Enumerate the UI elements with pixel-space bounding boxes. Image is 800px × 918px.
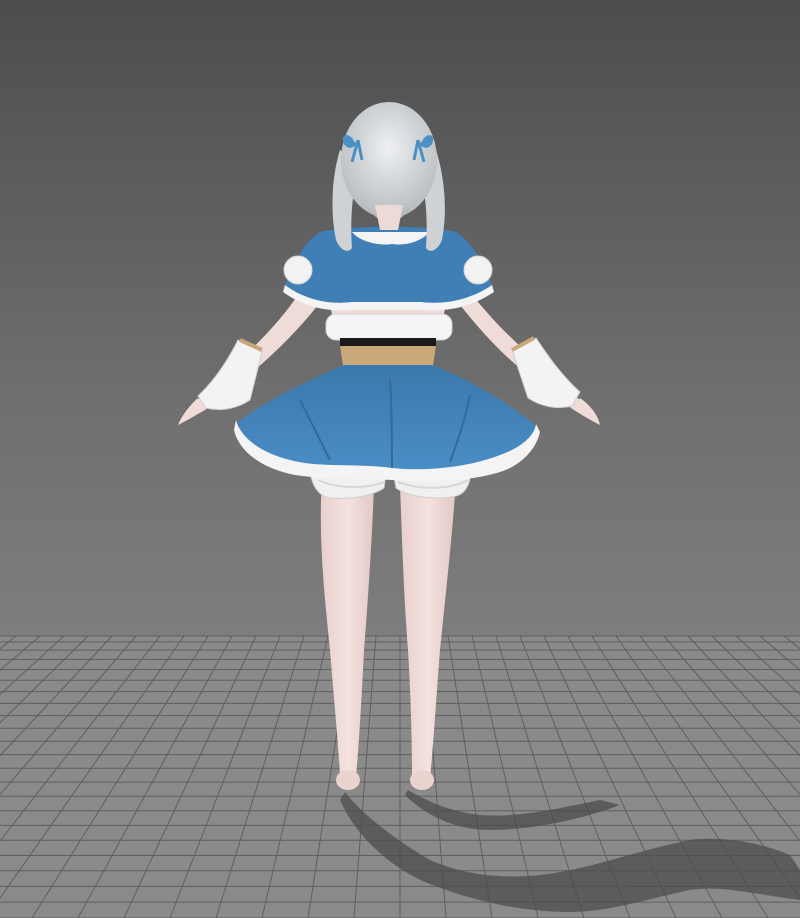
torso bbox=[325, 300, 453, 372]
ruffle-band bbox=[325, 313, 453, 341]
scene-canvas[interactable] bbox=[0, 0, 800, 918]
waist-band bbox=[340, 338, 436, 347]
3d-viewport[interactable] bbox=[0, 0, 800, 918]
head bbox=[332, 102, 445, 251]
skirt bbox=[234, 365, 540, 482]
cape bbox=[283, 226, 494, 311]
pompom-left bbox=[283, 255, 313, 285]
pompom-right bbox=[463, 255, 493, 285]
